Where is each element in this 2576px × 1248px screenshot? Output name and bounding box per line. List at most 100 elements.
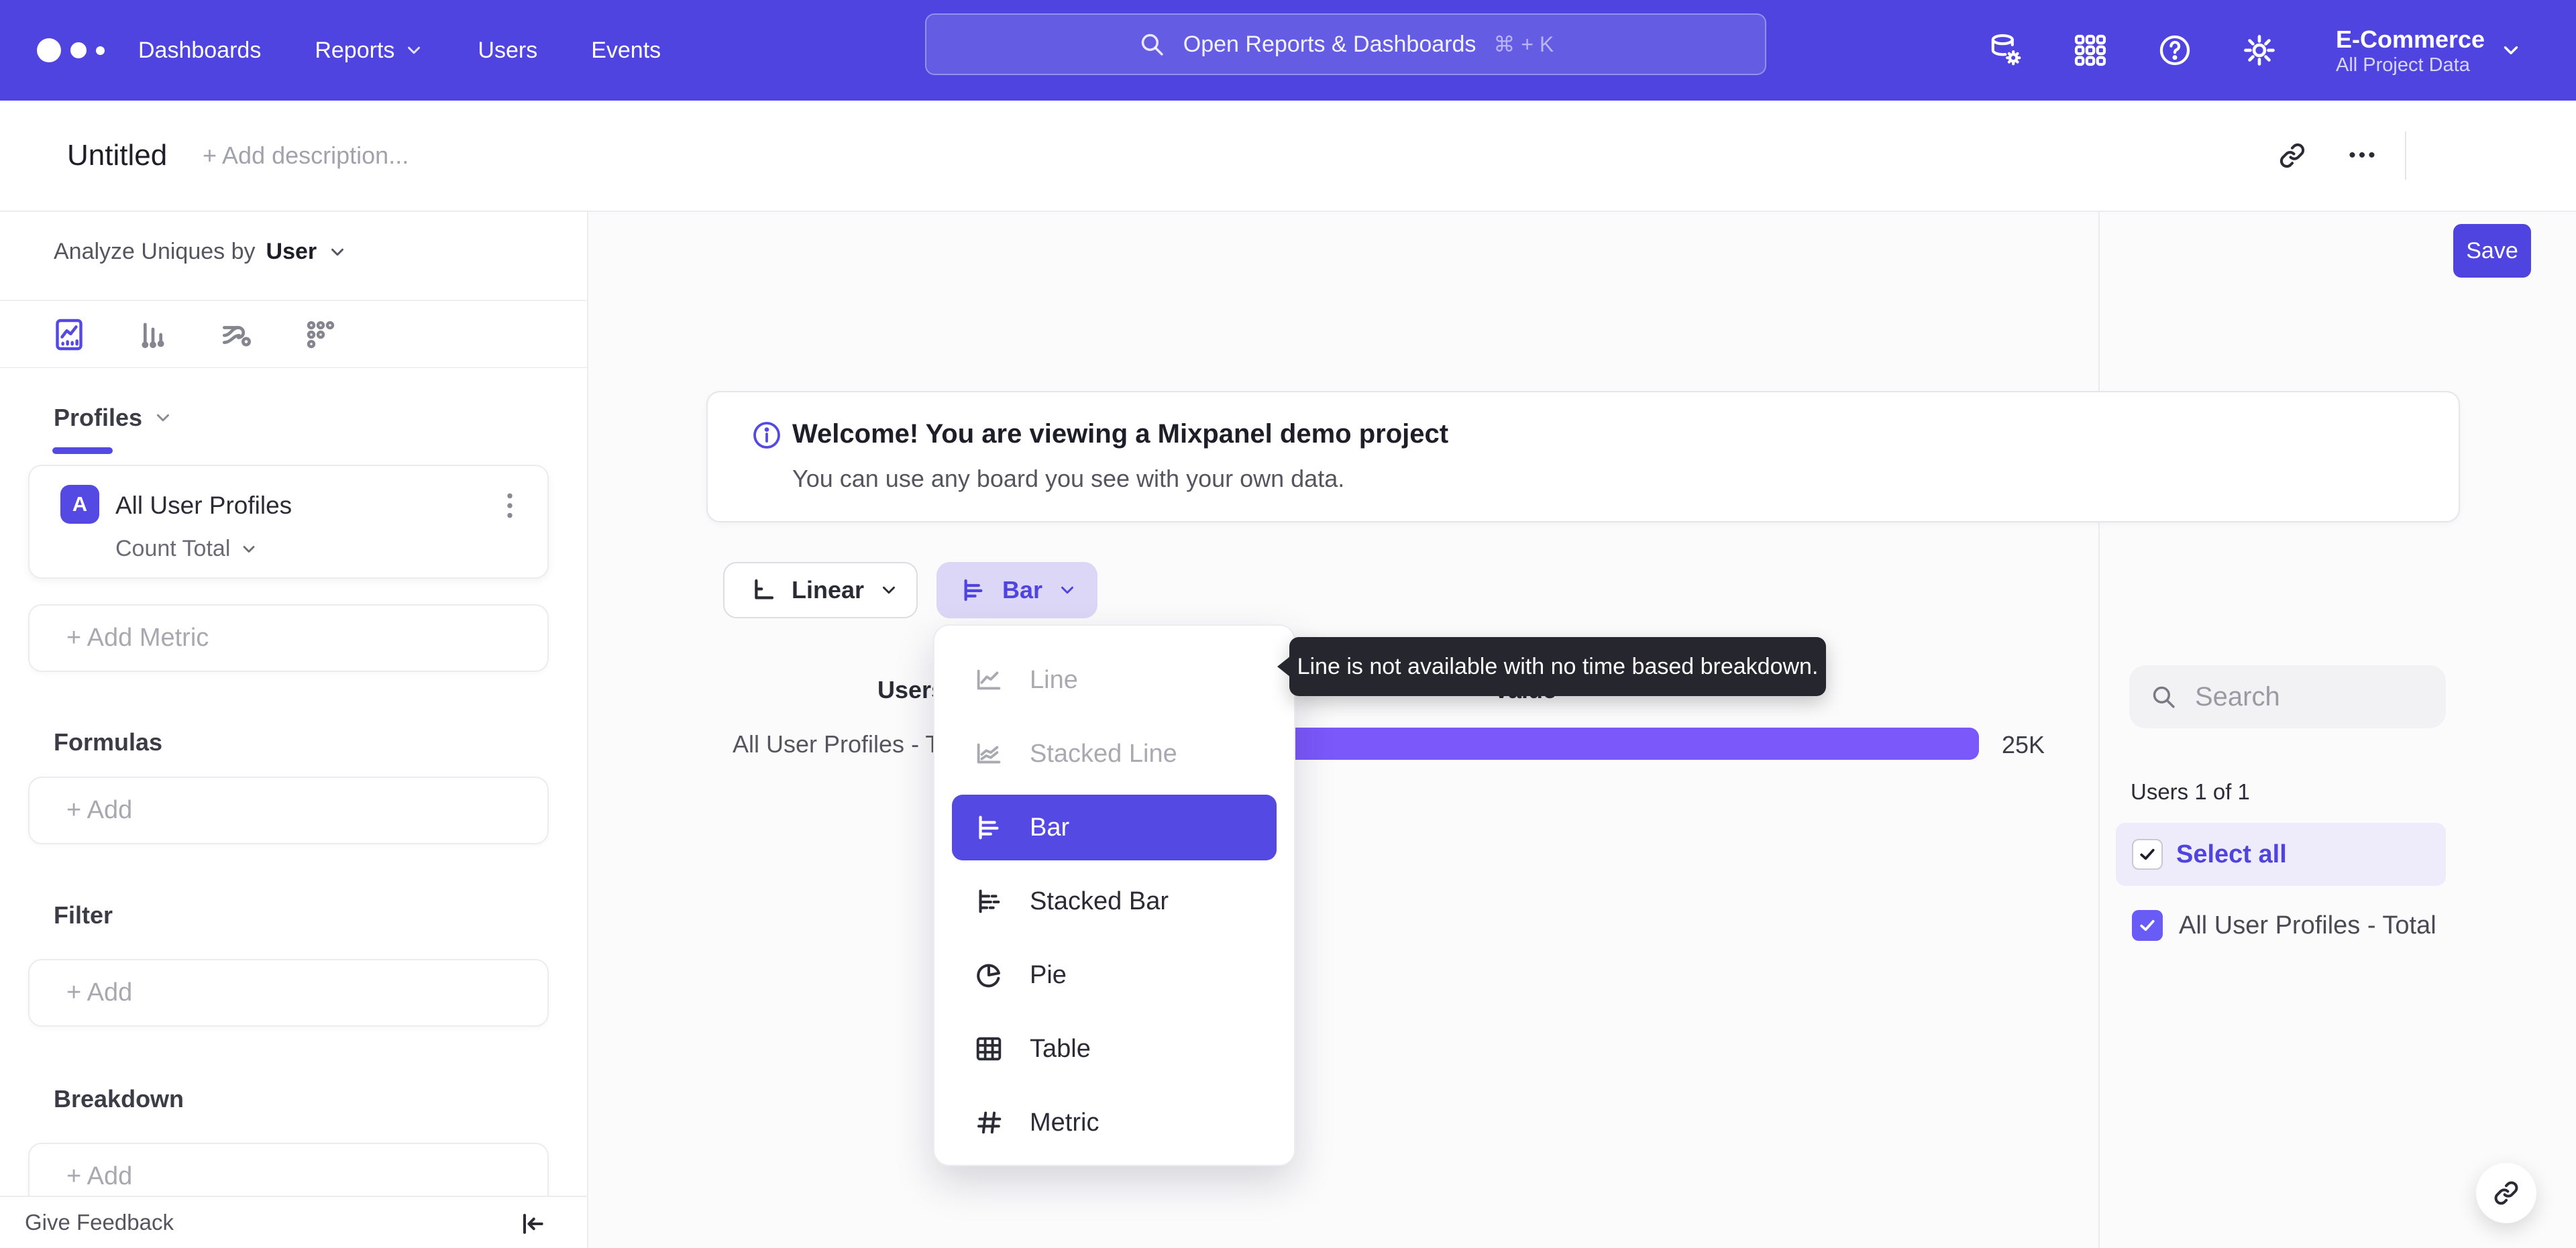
stacked-line-chart-icon	[977, 743, 1001, 764]
dropdown-item-stacked-bar[interactable]: Stacked Bar	[934, 864, 1294, 938]
filter-label: Filter	[54, 901, 113, 929]
series-checkbox[interactable]	[2132, 910, 2163, 941]
dropdown-item-bar[interactable]: Bar	[934, 791, 1294, 864]
chevron-down-icon	[331, 248, 344, 256]
more-options-button[interactable]: •••	[2333, 101, 2394, 211]
collapse-sidebar-button[interactable]	[515, 1206, 549, 1241]
dropdown-item-line[interactable]: Line	[934, 643, 1294, 717]
settings-gear-icon[interactable]	[2239, 30, 2279, 70]
profiles-section-header[interactable]: Profiles	[54, 404, 173, 432]
chart-type-label: Bar	[1002, 576, 1043, 604]
nav-dashboards[interactable]: Dashboards	[138, 38, 261, 64]
logo-dot	[37, 38, 61, 62]
series-search-input[interactable]	[2194, 681, 2418, 713]
info-icon	[751, 419, 783, 451]
sidebar-footer: Give Feedback	[0, 1196, 587, 1248]
dropdown-item-label: Line	[1030, 665, 1078, 694]
nav-reports[interactable]: Reports	[315, 38, 424, 64]
share-link-fab[interactable]	[2476, 1163, 2536, 1223]
horizontal-bar-chart-icon	[964, 579, 983, 602]
dropdown-item-metric[interactable]: Metric	[934, 1086, 1294, 1159]
apps-grid-icon[interactable]	[2070, 30, 2110, 70]
copy-link-button[interactable]	[2262, 101, 2322, 211]
nav-reports-label: Reports	[315, 37, 395, 63]
checkmark-icon	[2140, 848, 2155, 860]
select-all-row[interactable]: Select all	[2116, 823, 2446, 886]
breakdown-section-header: Breakdown	[54, 1085, 184, 1113]
chevron-down-icon	[157, 414, 170, 422]
series-item-label: All User Profiles - Total	[2179, 911, 2436, 940]
project-selector[interactable]: E-Commerce All Project Data	[2336, 0, 2522, 101]
bar-chart-icon	[142, 323, 164, 349]
retention-icon	[307, 321, 335, 349]
dropdown-item-stacked-line[interactable]: Stacked Line	[934, 717, 1294, 791]
scale-selector[interactable]: Linear	[723, 562, 918, 618]
global-search-placeholder: Open Reports & Dashboards	[1183, 31, 1477, 57]
dropdown-item-label: Stacked Line	[1030, 739, 1177, 768]
collapse-panel-icon	[523, 1214, 543, 1234]
add-description-field[interactable]: + Add description...	[203, 101, 409, 211]
nav-dashboards-label: Dashboards	[138, 37, 262, 63]
horizontal-bar-chart-icon	[979, 815, 999, 840]
bar-value-label: 25K	[2002, 731, 2045, 758]
add-formula-button[interactable]: + Add	[28, 777, 549, 844]
tab-flows[interactable]	[210, 308, 264, 361]
analyze-uniques-row: Analyze Uniques by User	[54, 239, 347, 265]
report-type-tabs	[0, 301, 587, 454]
dropdown-item-label: Metric	[1030, 1108, 1099, 1137]
add-formula-label: + Add	[66, 796, 133, 824]
nav-events[interactable]: Events	[591, 38, 661, 64]
chevron-down-icon	[243, 545, 255, 553]
mixpanel-logo-icon[interactable]	[37, 0, 105, 101]
tab-bar-report[interactable]	[126, 308, 180, 361]
search-icon	[2153, 686, 2175, 708]
analyze-entity-selector[interactable]: User	[266, 239, 317, 265]
tab-insights[interactable]	[42, 308, 96, 361]
project-scope: All Project Data	[2336, 54, 2470, 76]
aggregation-label: Count Total	[115, 536, 231, 561]
profiles-label: Profiles	[54, 404, 143, 431]
breakdown-label: Breakdown	[54, 1085, 184, 1113]
dropdown-item-label: Stacked Bar	[1030, 887, 1169, 915]
dropdown-item-label: Table	[1030, 1034, 1091, 1063]
filter-section-header: Filter	[54, 901, 113, 929]
metric-hash-icon	[977, 1111, 1002, 1134]
give-feedback-link[interactable]: Give Feedback	[25, 1197, 174, 1248]
logo-dot	[96, 46, 105, 55]
save-button[interactable]: Save	[2453, 224, 2531, 278]
banner-title: Welcome! You are viewing a Mixpanel demo…	[792, 419, 1449, 449]
tab-retention[interactable]	[294, 308, 347, 361]
line-chart-icon	[977, 669, 1001, 690]
table-icon	[976, 1037, 1002, 1061]
metric-badge: A	[60, 485, 99, 524]
chevron-down-icon	[883, 586, 896, 594]
dropdown-item-label: Bar	[1030, 813, 1070, 842]
nav-users[interactable]: Users	[478, 38, 537, 64]
nav-links: Dashboards Reports Users Events	[138, 0, 661, 101]
dropdown-item-pie[interactable]: Pie	[934, 938, 1294, 1012]
search-icon	[1141, 34, 1163, 56]
add-metric-label: + Add Metric	[66, 624, 209, 652]
chart-type-selector[interactable]: Bar	[936, 562, 1097, 618]
report-title[interactable]: Untitled	[67, 101, 167, 211]
ellipsis-icon: •••	[2349, 144, 2378, 166]
global-search-button[interactable]: Open Reports & Dashboards ⌘ + K	[925, 13, 1766, 75]
help-icon[interactable]	[2155, 30, 2195, 70]
series-search-box[interactable]	[2129, 665, 2446, 728]
logo-dot	[70, 42, 87, 58]
pie-chart-icon	[977, 964, 1000, 988]
select-all-checkbox[interactable]	[2132, 839, 2163, 870]
dropdown-item-table[interactable]: Table	[934, 1012, 1294, 1086]
metric-options-button[interactable]	[495, 489, 525, 522]
metric-card[interactable]: A All User Profiles Count Total	[28, 465, 549, 579]
chevron-down-icon	[1061, 586, 1074, 594]
nav-users-label: Users	[478, 37, 538, 63]
add-filter-button[interactable]: + Add	[28, 959, 549, 1027]
formulas-label: Formulas	[54, 728, 163, 756]
banner-subtitle: You can use any board you see with your …	[792, 465, 1345, 492]
demo-banner: Welcome! You are viewing a Mixpanel demo…	[706, 391, 2460, 522]
chevron-down-icon	[2504, 46, 2518, 54]
data-management-icon[interactable]	[1986, 30, 2026, 70]
add-metric-button[interactable]: + Add Metric	[28, 604, 549, 672]
aggregation-selector[interactable]: Count Total	[115, 536, 258, 562]
